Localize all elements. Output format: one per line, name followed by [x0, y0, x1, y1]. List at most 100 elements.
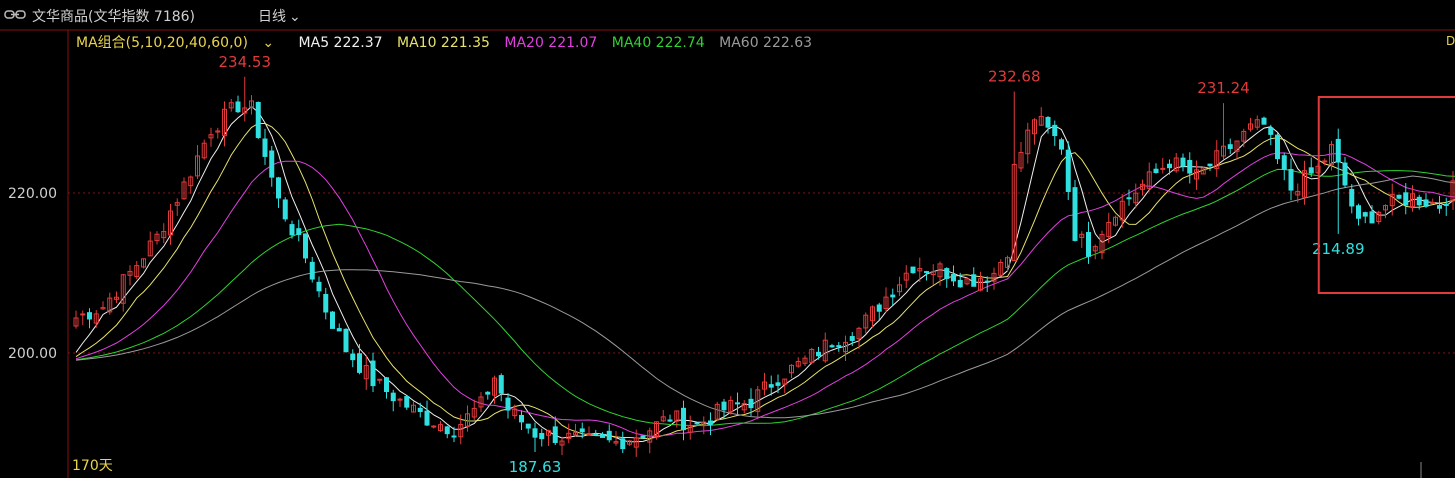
y-tick-label: 200.00	[8, 346, 57, 362]
candle-down	[1288, 168, 1294, 191]
candlestick-chart: 220.00 200.00 234.53 187.63 232.68 231.24 214.…	[0, 29, 1455, 478]
candle-down	[640, 435, 646, 439]
candle-down	[606, 430, 612, 441]
candle-down	[944, 268, 950, 279]
ma20-line	[75, 152, 1455, 437]
candle-down	[708, 420, 713, 425]
candle-down	[357, 353, 362, 373]
candle-down	[1349, 188, 1355, 207]
candle-up	[1322, 160, 1328, 163]
candle-down	[667, 419, 673, 422]
candle-down	[1180, 157, 1186, 167]
candle-down	[1261, 117, 1267, 125]
candle-down	[1443, 203, 1449, 206]
candle-up	[397, 398, 403, 401]
candle-down	[1065, 149, 1071, 192]
candle-down	[1268, 127, 1274, 135]
candle-down	[910, 266, 916, 274]
candle-down	[323, 293, 329, 313]
candle-down	[593, 433, 599, 436]
candle-down	[296, 228, 302, 235]
low-annotation: 214.89	[1312, 240, 1365, 258]
ma5-line	[75, 105, 1455, 443]
candle-up	[80, 313, 86, 316]
y-tick-label: 220.00	[8, 186, 57, 202]
candle-down	[330, 311, 335, 329]
candle-down	[424, 410, 430, 426]
candle-down	[1275, 134, 1280, 160]
candle-down	[957, 279, 963, 288]
candle-down	[1369, 211, 1375, 224]
candle-down	[890, 294, 896, 298]
candle-down	[600, 434, 605, 438]
candle-down	[539, 432, 545, 440]
candle-down	[262, 138, 268, 157]
candle-down	[404, 396, 410, 408]
candle-down	[951, 273, 956, 282]
candle-down	[1403, 192, 1409, 206]
candle-down	[519, 414, 524, 423]
candle-down	[1227, 144, 1233, 149]
candle-down	[1437, 205, 1442, 209]
candle-down	[1153, 168, 1159, 174]
days-count-label: 170天	[72, 458, 113, 474]
candle-down	[924, 271, 929, 274]
candle-down	[694, 422, 700, 425]
candle-down	[532, 428, 538, 438]
candle-down	[485, 391, 491, 395]
candle-down	[1396, 194, 1402, 199]
candle-down	[282, 199, 288, 220]
candle-down	[1167, 163, 1172, 169]
candle-down	[984, 280, 990, 283]
candle-down	[525, 423, 531, 429]
candle-down	[1335, 138, 1341, 163]
candle-down	[1416, 196, 1422, 206]
candle-down	[498, 375, 504, 394]
candle-down	[1362, 212, 1368, 217]
candle-down	[620, 438, 626, 450]
candle-down	[303, 233, 308, 259]
candle-down	[1187, 159, 1193, 174]
candle-up	[1160, 167, 1166, 170]
candle-down	[343, 328, 349, 353]
candle-down	[876, 304, 882, 312]
candle-down	[336, 328, 342, 332]
high-annotation: 232.68	[988, 68, 1041, 86]
candle-up	[586, 432, 592, 435]
candle-down	[289, 224, 295, 236]
candle-down	[269, 150, 275, 178]
highlight-box	[1317, 96, 1455, 294]
candle-down	[1052, 124, 1058, 137]
candle-down	[309, 261, 315, 280]
candle-down	[1207, 163, 1213, 167]
candle-down	[829, 345, 835, 348]
candle-down	[1126, 197, 1132, 200]
candle-down	[1356, 205, 1361, 219]
candle-down	[768, 384, 774, 388]
candle-down	[836, 345, 842, 348]
candle-down	[370, 360, 376, 387]
candle-down	[390, 392, 396, 402]
candle-down	[235, 101, 241, 113]
candle-down	[816, 351, 821, 357]
candle-down	[1086, 232, 1091, 257]
candle-down	[1423, 199, 1429, 207]
candle-down	[1072, 187, 1078, 241]
low-annotation: 187.63	[509, 458, 562, 476]
candle-down	[255, 101, 261, 138]
candle-down	[505, 397, 511, 411]
candle-down	[444, 426, 450, 435]
candle-down	[579, 428, 585, 433]
candle-down	[552, 426, 558, 443]
candle-down	[417, 407, 423, 413]
candle-down	[721, 401, 727, 411]
candle-down	[1059, 139, 1064, 150]
candle-down	[451, 435, 457, 438]
candle-down	[971, 274, 977, 287]
candle-down	[1342, 162, 1348, 186]
candle-down	[681, 407, 686, 431]
candle-down	[1308, 167, 1314, 174]
candle-down	[1281, 155, 1287, 170]
candle-down	[735, 402, 740, 405]
candle-up	[431, 425, 437, 428]
